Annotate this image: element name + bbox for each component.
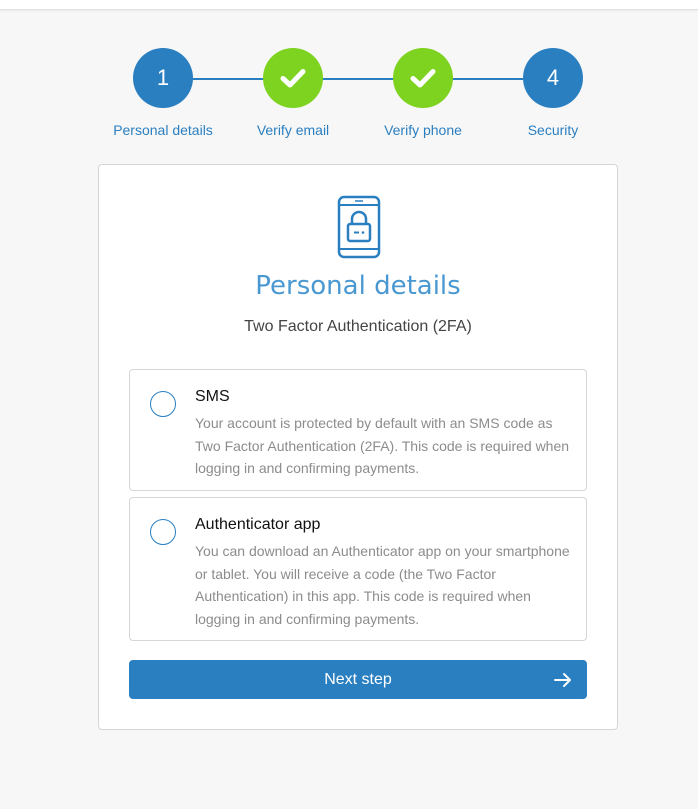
step-label: Security [527, 122, 579, 138]
sms-radio[interactable] [150, 391, 176, 417]
step-personal-details[interactable]: 1 Personal details [103, 48, 223, 138]
arrow-right-icon [554, 673, 571, 687]
step-done-badge [263, 48, 323, 108]
step-number-badge: 1 [133, 48, 193, 108]
step-label: Verify phone [384, 122, 462, 138]
checkmark-icon [410, 69, 436, 88]
progress-stepper: 1 Personal details Verify email Verify p… [0, 0, 698, 150]
option-authenticator-app[interactable]: Authenticator app You can download an Au… [129, 497, 587, 641]
step-security[interactable]: 4 Security [493, 48, 613, 138]
step-label: Personal details [113, 122, 213, 138]
step-number-badge: 4 [523, 48, 583, 108]
step-done-badge [393, 48, 453, 108]
next-step-label: Next step [324, 670, 392, 688]
option-title: SMS [195, 388, 230, 405]
step-label: Verify email [256, 122, 330, 138]
option-sms[interactable]: SMS Your account is protected by default… [129, 369, 587, 491]
option-title: Authenticator app [195, 516, 321, 533]
step-verify-email[interactable]: Verify email [233, 48, 353, 138]
option-description: Your account is protected by default wit… [195, 415, 570, 476]
step-number: 1 [156, 65, 170, 90]
step-verify-phone[interactable]: Verify phone [363, 48, 483, 138]
page-title: Personal details [255, 271, 461, 301]
next-step-button[interactable]: Next step [129, 660, 587, 699]
option-description: You can download an Authenticator app on… [195, 543, 570, 627]
page-subtitle: Two Factor Authentication (2FA) [244, 318, 472, 335]
checkmark-icon [280, 69, 306, 88]
step-number: 4 [546, 65, 560, 90]
phone-lock-icon [337, 195, 381, 259]
authenticator-radio[interactable] [150, 519, 176, 545]
two-factor-card: Personal details Two Factor Authenticati… [98, 164, 618, 730]
